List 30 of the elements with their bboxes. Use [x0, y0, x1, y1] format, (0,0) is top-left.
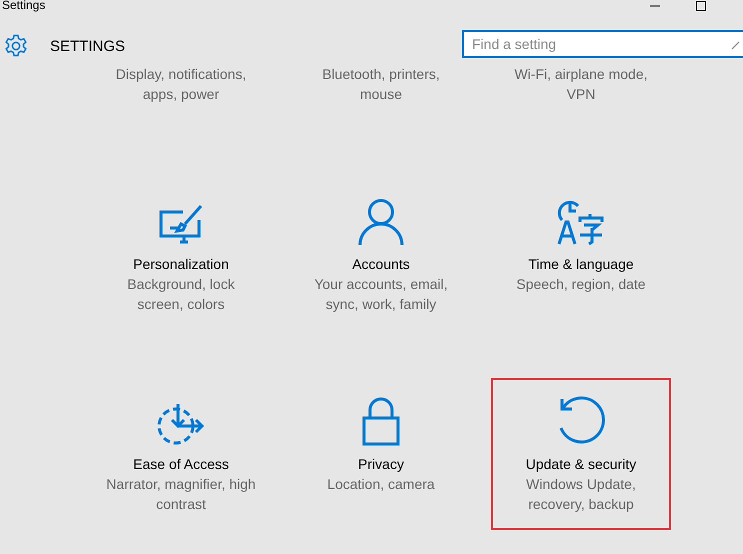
- category-description: Background, lock screen, colors: [126, 275, 236, 314]
- page-title: SETTINGS: [50, 38, 126, 54]
- category-description: Display, notifications, apps, power: [114, 65, 248, 104]
- maximize-icon[interactable]: [695, 0, 707, 12]
- category-description: Speech, region, date: [515, 275, 647, 294]
- category-description: Narrator, magnifier, high contrast: [106, 475, 256, 514]
- category-tile[interactable]: Privacy Location, camera: [291, 378, 471, 530]
- monitor-brush-icon: [157, 202, 205, 246]
- padlock-icon: [362, 396, 400, 446]
- category-tile[interactable]: Accounts Your accounts, email, sync, work, family: [291, 178, 471, 330]
- category-title: Personalization: [133, 255, 229, 274]
- category-tile[interactable]: Time & language Speech, region, date: [491, 178, 671, 330]
- category-tile[interactable]: Personalization Background, lock screen, colors: [91, 178, 271, 330]
- category-title: Update & security: [526, 455, 636, 474]
- category-title: Ease of Access: [133, 455, 229, 474]
- category-description: Wi-Fi, airplane mode, VPN: [513, 65, 649, 104]
- search-field[interactable]: Find a setting: [462, 30, 743, 58]
- settings-icon: [4, 34, 28, 58]
- window-title: Settings: [1, 0, 46, 12]
- person-icon: [358, 198, 404, 246]
- ease-of-access-icon: [156, 402, 206, 446]
- category-tile[interactable]: Ease of Access Narrator, magnifier, high contrast: [91, 378, 271, 530]
- category-description: Windows Update, recovery, backup: [525, 475, 637, 514]
- category-title: Privacy: [358, 455, 404, 474]
- category-description: Bluetooth, printers, mouse: [321, 65, 441, 104]
- category-description: Your accounts, email, sync, work, family: [313, 275, 449, 314]
- category-tile[interactable]: Update & security Windows Update, recovery, backup: [491, 378, 671, 530]
- category-title: Accounts: [352, 255, 410, 274]
- category-description: Location, camera: [326, 475, 436, 494]
- category-title: Time & language: [528, 255, 634, 274]
